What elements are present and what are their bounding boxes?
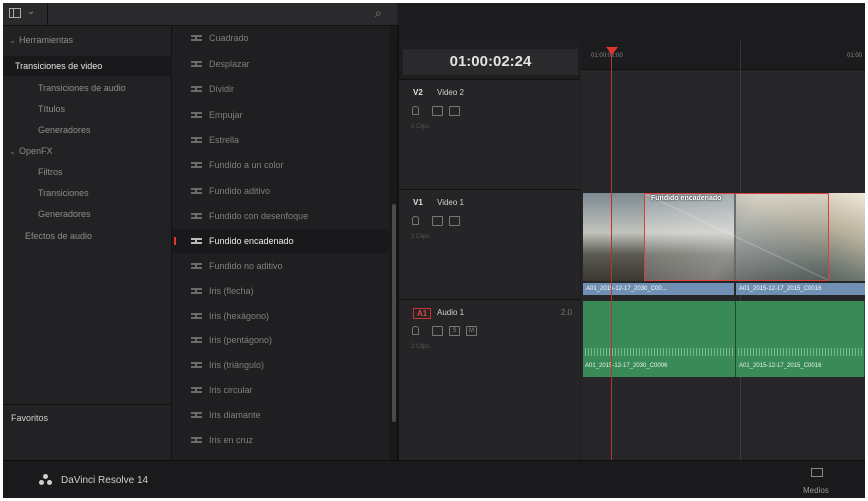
playhead-line[interactable] xyxy=(611,53,612,460)
chevron-down-icon: ⌄ xyxy=(9,36,16,45)
transition-icon xyxy=(191,137,202,143)
lock-icon[interactable] xyxy=(412,216,419,225)
transition-icon xyxy=(191,86,202,92)
transition-icon xyxy=(191,61,202,67)
list-item[interactable]: Iris (pentágono) xyxy=(172,328,389,352)
scrollbar-thumb[interactable] xyxy=(392,204,396,422)
ruler-tick: 01:00 xyxy=(847,53,863,59)
list-item[interactable]: Iris en cruz xyxy=(172,428,389,452)
audio-clip-name-left: A01_2015-12-17_2030_C0006 xyxy=(585,363,668,369)
favorites-section[interactable]: Favoritos xyxy=(3,404,171,461)
chevron-down-icon: ⌄ xyxy=(9,147,16,156)
sidebar-item-transiciones-video[interactable]: Transiciones de video xyxy=(3,56,183,76)
effects-category-sidebar: ⌄ Herramientas Transiciones de video Tran… xyxy=(3,26,183,461)
list-item[interactable]: Cuadrado xyxy=(172,26,389,50)
sidebar-item-herramientas[interactable]: ⌄ Herramientas xyxy=(3,30,177,50)
solo-button[interactable]: S xyxy=(449,326,460,336)
sidebar-item-efectos-audio[interactable]: Efectos de audio xyxy=(3,226,193,246)
list-item[interactable]: Empujar xyxy=(172,103,389,127)
mute-button[interactable]: M xyxy=(466,326,477,336)
transition-icon xyxy=(191,288,202,294)
audio-waveform xyxy=(738,348,863,356)
track-header-v1[interactable]: V1 Video 1 2 Clips xyxy=(399,189,580,300)
transition-icon xyxy=(191,437,202,443)
media-icon[interactable] xyxy=(811,468,823,477)
auto-select-icon[interactable] xyxy=(432,106,443,116)
track-header-a1[interactable]: A1 Audio 1 2.0 S M 2 Clips xyxy=(399,299,580,461)
list-item[interactable]: Fundido con desenfoque xyxy=(172,204,389,228)
list-item[interactable]: Iris (hexágono) xyxy=(172,304,389,328)
list-item[interactable]: Iris (triángulo) xyxy=(172,353,389,377)
resolve-window: ⌄ ⌕ ⌄ Herramientas Transiciones de video … xyxy=(3,3,865,498)
list-item-selected[interactable]: Fundido encadenado xyxy=(172,229,389,253)
playhead-handle[interactable] xyxy=(606,47,618,55)
auto-select-icon[interactable] xyxy=(432,326,443,336)
transition-icon xyxy=(191,35,202,41)
transition-diagonal xyxy=(645,194,828,280)
search-icon[interactable]: ⌕ xyxy=(375,6,382,21)
selection-marker xyxy=(174,237,176,245)
list-scrollbar[interactable] xyxy=(390,26,397,460)
audio-clip-name-right: A01_2015-12-17_2015_C0016 xyxy=(739,363,822,369)
transition-icon xyxy=(191,313,202,319)
list-item[interactable]: Desplazar xyxy=(172,52,389,76)
list-item[interactable]: Iris diamante xyxy=(172,403,389,427)
lock-icon[interactable] xyxy=(412,106,419,115)
track-output-icon[interactable] xyxy=(449,216,460,226)
transition-icon xyxy=(191,337,202,343)
media-page-button[interactable]: Medios xyxy=(803,486,829,495)
transition-icon xyxy=(191,412,202,418)
transition-icon xyxy=(191,263,202,269)
timeline-ruler[interactable]: 01:00:02:00 01:00 xyxy=(581,41,865,70)
list-item[interactable]: Fundido aditivo xyxy=(172,179,389,203)
sidebar-item-openfx[interactable]: ⌄ OpenFX xyxy=(3,141,177,161)
lock-icon[interactable] xyxy=(412,326,419,335)
list-item[interactable]: Iris (flecha) xyxy=(172,279,389,303)
chevron-down-icon[interactable]: ⌄ xyxy=(27,6,35,17)
timeline-toolbar xyxy=(399,3,865,41)
timecode-display[interactable]: 01:00:02:24 xyxy=(403,49,578,75)
page-navigation-bar: DaVinci Resolve 14 Medios xyxy=(3,460,865,498)
favorites-label: Favoritos xyxy=(11,413,49,423)
auto-select-icon[interactable] xyxy=(432,216,443,226)
audio-waveform xyxy=(585,348,734,356)
transition-icon xyxy=(191,112,202,118)
transition-icon xyxy=(191,362,202,368)
track-output-icon[interactable] xyxy=(449,106,460,116)
panel-toggle-icon[interactable] xyxy=(9,8,21,18)
toolbar-divider xyxy=(47,3,48,25)
app-brand: DaVinci Resolve 14 xyxy=(61,475,149,486)
list-item[interactable]: Iris circular xyxy=(172,378,389,402)
track-header-v2[interactable]: V2 Video 2 0 Clips xyxy=(399,79,580,190)
transition-clip[interactable] xyxy=(644,193,829,281)
transition-icon xyxy=(191,387,202,393)
davinci-logo-icon xyxy=(39,474,53,486)
transition-clip-label: Fundido encadenado xyxy=(651,195,722,202)
transitions-list: Cuadrado Desplazar Dividir Empujar Estre… xyxy=(172,26,389,460)
transition-icon xyxy=(191,162,202,168)
list-item[interactable]: Dividir xyxy=(172,77,389,101)
video-clip-name-left: A01_2015-12-17_2030_C00... xyxy=(583,283,734,295)
transition-icon xyxy=(191,238,202,244)
effects-toolbar: ⌄ ⌕ xyxy=(3,3,397,26)
list-item[interactable]: Fundido a un color xyxy=(172,153,389,177)
list-item[interactable]: Estrella xyxy=(172,128,389,152)
transition-icon xyxy=(191,188,202,194)
transition-icon xyxy=(191,213,202,219)
video-clip-name-right: A01_2015-12-17_2015_C0016 xyxy=(736,283,865,295)
list-item[interactable]: Fundido no aditivo xyxy=(172,254,389,278)
